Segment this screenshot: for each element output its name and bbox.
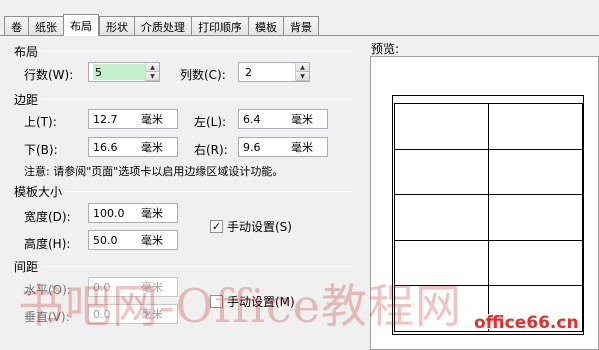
- preview-label-cell: [394, 148, 489, 196]
- right-margin-label: 右(R):: [194, 143, 228, 157]
- height-label: 高度(H):: [24, 237, 71, 251]
- height-value[interactable]: 50.0: [93, 234, 141, 247]
- tab-volume[interactable]: 卷: [4, 16, 28, 36]
- tab-template[interactable]: 模板: [248, 16, 283, 36]
- spacing-separator: [42, 266, 352, 267]
- tab-bar: 卷 纸张 布局 形状 介质处理 打印顺序 模板 背景: [0, 0, 599, 38]
- tab-print-order[interactable]: 打印顺序: [191, 16, 248, 36]
- template-size-section-title: 模板大小: [14, 185, 63, 199]
- tab-strip: 卷 纸张 布局 形状 介质处理 打印顺序 模板 背景: [4, 14, 319, 36]
- preview-label-cell: [394, 103, 489, 150]
- tab-shape[interactable]: 形状: [99, 16, 134, 36]
- top-margin-label: 上(T):: [24, 115, 57, 129]
- cols-value[interactable]: 2: [243, 64, 295, 80]
- manual-size-label: 手动设置(S): [227, 220, 292, 234]
- layout-separator: [42, 51, 352, 52]
- tab-background[interactable]: 背景: [283, 16, 319, 36]
- height-unit: 毫米: [141, 234, 163, 247]
- top-margin-unit: 毫米: [141, 113, 163, 126]
- width-field[interactable]: 100.0 毫米: [88, 203, 178, 223]
- checkmark-icon[interactable]: ✓: [210, 220, 223, 233]
- margins-note: 注意: 请参阅"页面"选项卡以启用边缘区域设计功能。: [24, 165, 284, 178]
- rows-value[interactable]: 5: [93, 64, 145, 80]
- preview-label: 预览:: [371, 42, 400, 56]
- manual-size-checkbox[interactable]: ✓ 手动设置(S): [210, 218, 292, 235]
- bottom-margin-field[interactable]: 16.6 毫米: [88, 137, 178, 157]
- preview-label-cell: [488, 148, 583, 196]
- spin-up-icon[interactable]: ▲: [296, 63, 309, 72]
- bottom-margin-unit: 毫米: [141, 141, 163, 154]
- left-margin-unit: 毫米: [291, 113, 313, 126]
- rows-spinner-arrows[interactable]: ▲ ▼: [145, 63, 159, 81]
- right-margin-value[interactable]: 9.6: [243, 141, 291, 154]
- preview-label-cell: [488, 239, 583, 287]
- width-unit: 毫米: [141, 207, 163, 220]
- preview-label-cell: [488, 103, 583, 150]
- margins-separator: [42, 99, 352, 100]
- cols-label: 列数(C):: [180, 68, 226, 82]
- cols-spinner[interactable]: 2 ▲ ▼: [238, 62, 310, 82]
- left-margin-label: 左(L):: [194, 115, 227, 129]
- right-margin-field[interactable]: 9.6 毫米: [238, 137, 328, 157]
- height-field[interactable]: 50.0 毫米: [88, 230, 178, 250]
- width-label: 宽度(D):: [24, 210, 71, 224]
- bottom-margin-value[interactable]: 16.6: [93, 141, 141, 154]
- left-margin-value[interactable]: 6.4: [243, 113, 291, 126]
- brand-logo: office66.cn: [474, 313, 579, 333]
- right-margin-unit: 毫米: [291, 141, 313, 154]
- rows-spinner[interactable]: 5 ▲ ▼: [88, 62, 160, 82]
- tab-media[interactable]: 介质处理: [134, 16, 191, 36]
- preview-label-cell: [488, 194, 583, 241]
- preview-label-cell: [394, 194, 489, 241]
- spin-down-icon[interactable]: ▼: [296, 72, 309, 81]
- tab-layout[interactable]: 布局: [63, 14, 99, 36]
- cols-spinner-arrows[interactable]: ▲ ▼: [295, 63, 309, 81]
- tab-paper[interactable]: 纸张: [28, 16, 63, 36]
- top-margin-value[interactable]: 12.7: [93, 113, 141, 126]
- rows-label: 行数(W):: [24, 68, 74, 82]
- watermark-text: 书吧网-Office教程网: [18, 279, 463, 333]
- margins-section-title: 边距: [14, 93, 39, 107]
- bottom-margin-label: 下(B):: [24, 143, 58, 157]
- layout-section-title: 布局: [14, 45, 39, 59]
- template-size-separator: [66, 191, 352, 192]
- left-margin-field[interactable]: 6.4 毫米: [238, 109, 328, 129]
- top-margin-field[interactable]: 12.7 毫米: [88, 109, 178, 129]
- spin-up-icon[interactable]: ▲: [146, 63, 159, 72]
- spin-down-icon[interactable]: ▼: [146, 72, 159, 81]
- width-value[interactable]: 100.0: [93, 207, 141, 220]
